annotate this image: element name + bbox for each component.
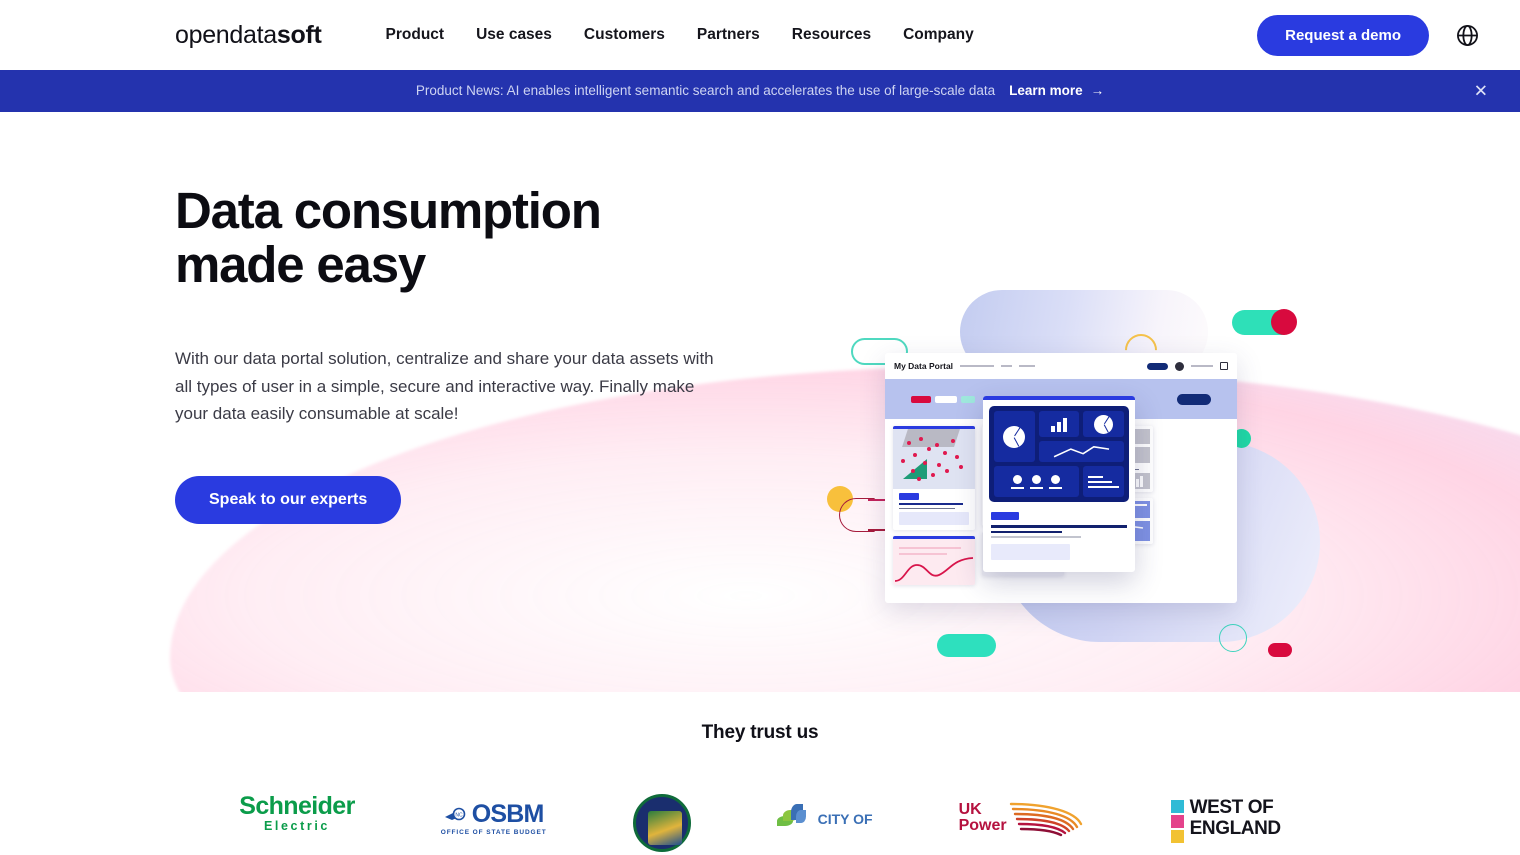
browser-hero-button: [1177, 393, 1211, 405]
hero-title-line-2: made easy: [175, 235, 426, 293]
browser-panel-icon: [1220, 362, 1228, 370]
request-demo-button[interactable]: Request a demo: [1257, 14, 1429, 56]
decor-teal-circle-outline: [1219, 624, 1247, 652]
dashboard-footer-box: [991, 544, 1070, 560]
schneider-sub: Electric: [264, 819, 330, 833]
pie-chart-icon-2: [1083, 411, 1124, 437]
logo-west-of-england: WEST OF ENGLAND: [1170, 794, 1282, 854]
trust-title: They trust us: [701, 722, 819, 743]
logo-schneider-electric: Schneider Electric: [239, 792, 355, 854]
decor-toggle-knob: [1271, 309, 1297, 335]
line-chart-card: [893, 536, 975, 586]
logo-uk-power-networks: UK Power: [959, 794, 1085, 854]
dashboard-button: [991, 512, 1019, 520]
trust-section: They trust us Schneider Electric NC OSBM…: [0, 692, 1520, 854]
decor-crimson-pill: [1268, 643, 1292, 657]
banner-link-label: Learn more: [1009, 83, 1083, 99]
dashboard-chart-panel: [989, 406, 1129, 502]
dashboard-accent-bar: [983, 396, 1135, 400]
nav-item-company[interactable]: Company: [903, 27, 974, 43]
svg-text:NC: NC: [455, 812, 463, 818]
woe-line-1: WEST OF: [1189, 797, 1274, 818]
ukpn-swoosh-icon: [1009, 798, 1085, 838]
dashboard-overlay-card: [983, 396, 1135, 572]
chip-teal: [961, 395, 975, 403]
nav-item-product[interactable]: Product: [386, 27, 445, 43]
pie-chart-icon: [994, 411, 1035, 462]
dashboard-footer: [983, 508, 1135, 560]
scatter-map-chart: [893, 429, 975, 489]
content-column-left: [893, 426, 975, 586]
browser-line-4: [1191, 365, 1213, 367]
client-logos: Schneider Electric NC OSBM OFFICE OF STA…: [0, 794, 1520, 854]
banner-learn-more-link[interactable]: Learn more →: [1009, 84, 1104, 98]
browser-line-1: [960, 365, 995, 367]
osbm-main: OSBM: [471, 800, 545, 828]
nav-item-partners[interactable]: Partners: [697, 27, 760, 43]
chip-white: [935, 395, 957, 403]
browser-title: My Data Portal: [894, 361, 954, 371]
stat-circles-icon: [994, 466, 1080, 497]
decor-teal-pill: [937, 634, 996, 657]
browser-cta-pill: [1147, 362, 1168, 370]
list-lines-icon: [1083, 466, 1124, 497]
decor-crimson-bracket: [839, 498, 875, 532]
arrow-right-icon: →: [1090, 83, 1105, 99]
ukpn-line-2: Power: [958, 817, 1007, 834]
woe-squares-icon: [1170, 798, 1184, 843]
logo-text-light: opendata: [175, 20, 277, 49]
hero-section: Data consumption made easy With our data…: [0, 112, 1520, 692]
page-title: Data consumption made easy: [175, 184, 755, 291]
dashboard-line-3: [991, 536, 1081, 538]
dashboard-line-2: [991, 530, 1062, 533]
browser-line-3: [1019, 365, 1036, 367]
hero-subtitle: With our data portal solution, centraliz…: [175, 349, 714, 424]
site-header: opendatasoft Product Use cases Customers…: [0, 0, 1520, 70]
nav-item-use-cases[interactable]: Use cases: [476, 27, 552, 43]
globe-icon[interactable]: [1455, 23, 1480, 48]
osbm-emblem-icon: NC: [444, 807, 466, 820]
trend-line: [894, 557, 974, 583]
header-actions: Request a demo: [1257, 14, 1480, 56]
main-navigation: Product Use cases Customers Partners Res…: [386, 27, 974, 43]
logo-text-bold: soft: [276, 20, 322, 49]
city-of-label: CITY OF: [817, 810, 873, 827]
line-chart-area: [893, 539, 975, 586]
line-chart-icon: [1038, 441, 1124, 462]
logo-us-department-of-energy: [632, 794, 691, 854]
browser-line-2: [1001, 365, 1013, 367]
schneider-main: Schneider: [239, 792, 355, 820]
card-footer-box: [899, 512, 969, 526]
logo-city-of: CITY OF: [776, 794, 873, 854]
osbm-sub: OFFICE OF STATE BUDGET: [440, 829, 547, 836]
nav-item-customers[interactable]: Customers: [584, 27, 665, 43]
site-logo[interactable]: opendatasoft: [175, 20, 322, 49]
card-line-thin: [899, 508, 955, 510]
speak-to-experts-button[interactable]: Speak to our experts: [175, 475, 402, 524]
avatar: [1175, 361, 1184, 371]
chip-red: [911, 395, 931, 403]
ukpn-line-1: UK: [958, 800, 982, 818]
hero-title-line-1: Data consumption: [175, 182, 602, 239]
banner-text: Product News: AI enables intelligent sem…: [415, 83, 996, 99]
dashboard-line-1: [991, 525, 1127, 528]
browser-toolbar: My Data Portal: [885, 353, 1237, 379]
hero-copy: Data consumption made easy With our data…: [175, 184, 755, 524]
hero-illustration: My Data Portal: [885, 282, 1245, 612]
card-button: [899, 493, 919, 500]
logo-osbm: NC OSBM OFFICE OF STATE BUDGET: [441, 794, 547, 854]
page-root: opendatasoft Product Use cases Customers…: [0, 0, 1520, 855]
doe-seal-icon: [632, 794, 691, 852]
nav-item-resources[interactable]: Resources: [792, 27, 871, 43]
map-card: [893, 426, 975, 531]
banner-close-icon[interactable]: ✕: [1474, 83, 1488, 100]
map-shape-gray: [902, 429, 960, 447]
bar-chart-icon: [1038, 411, 1080, 437]
announcement-banner: Product News: AI enables intelligent sem…: [0, 70, 1520, 112]
card-line: [899, 503, 963, 505]
leaf-icon: [776, 804, 811, 834]
woe-line-2: ENGLAND: [1189, 817, 1282, 839]
